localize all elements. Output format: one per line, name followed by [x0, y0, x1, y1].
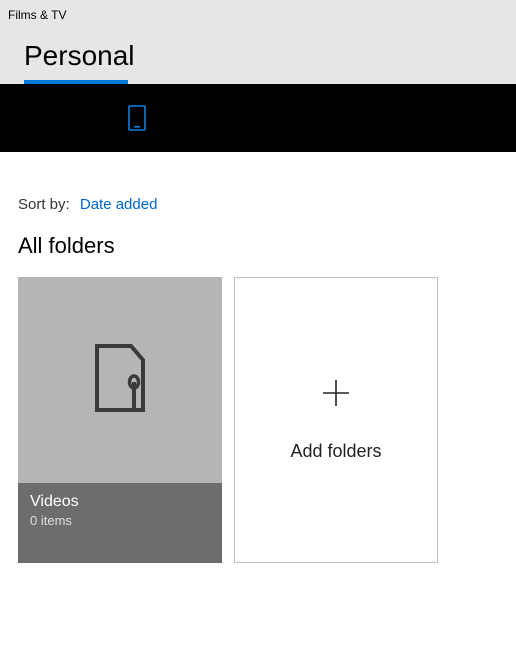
device-icon[interactable] — [128, 105, 146, 131]
command-bar — [0, 84, 516, 152]
section-heading: All folders — [18, 233, 498, 259]
header-region: Films & TV Personal — [0, 0, 516, 84]
folder-item-count: 0 items — [30, 513, 210, 528]
folder-name: Videos — [30, 493, 210, 511]
sort-row: Sort by: Date added — [18, 196, 498, 213]
add-folders-label: Add folders — [290, 441, 381, 462]
document-icon — [93, 344, 147, 417]
tab-row: Personal — [8, 36, 508, 80]
app-title: Films & TV — [8, 6, 508, 36]
tab-personal[interactable]: Personal — [24, 36, 135, 80]
add-folders-tile[interactable]: Add folders — [234, 277, 438, 563]
sort-by-label: Sort by: — [18, 196, 70, 213]
sort-by-value[interactable]: Date added — [80, 196, 158, 213]
plus-icon — [321, 378, 351, 413]
folder-tiles: Videos 0 items Add folders — [18, 277, 498, 563]
folder-tile-videos[interactable]: Videos 0 items — [18, 277, 222, 563]
folder-thumbnail — [18, 277, 222, 483]
content-area: Sort by: Date added All folders Videos 0… — [0, 152, 516, 583]
folder-tile-footer: Videos 0 items — [18, 483, 222, 563]
